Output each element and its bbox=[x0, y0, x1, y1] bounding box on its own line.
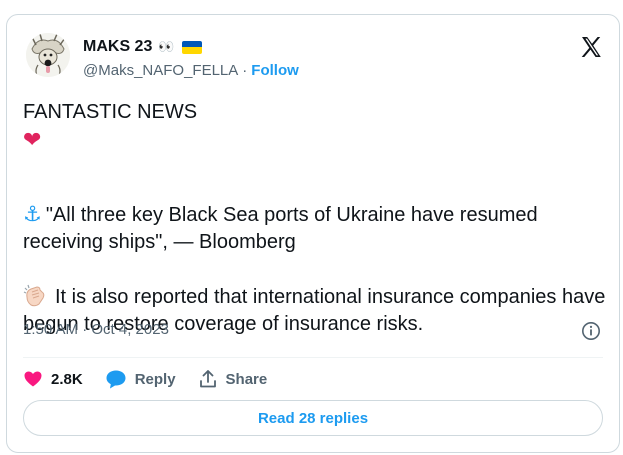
reply-bubble-icon bbox=[106, 370, 126, 389]
x-logo-icon[interactable] bbox=[579, 35, 603, 59]
tweet-timestamp[interactable]: 1:50 AM · Oct 4, 2023 bbox=[23, 321, 169, 338]
eyes-emoji-icon: 👀 bbox=[158, 39, 176, 54]
tweet-card: MAKS 23 👀 @Maks_NAFO_FELLA · Follow FANT… bbox=[6, 14, 620, 453]
follow-button[interactable]: Follow bbox=[251, 62, 299, 79]
handle-separator: · bbox=[242, 62, 248, 79]
avatar[interactable] bbox=[26, 33, 70, 77]
read-replies-button[interactable]: Read 28 replies bbox=[23, 400, 603, 436]
anchor-icon: ⚓ bbox=[23, 203, 42, 226]
author-display-name[interactable]: MAKS 23 bbox=[83, 38, 152, 56]
heart-icon bbox=[24, 371, 42, 387]
headline-text: FANTASTIC NEWS bbox=[23, 101, 203, 123]
author-handle-row: @Maks_NAFO_FELLA · Follow bbox=[83, 62, 299, 79]
tweet-text: FANTASTIC NEWS ❤ ⚓ "All three key Black S… bbox=[23, 99, 608, 338]
divider bbox=[23, 357, 603, 358]
author-handle[interactable]: @Maks_NAFO_FELLA bbox=[83, 62, 238, 79]
tweet-headline: FANTASTIC NEWS bbox=[23, 99, 608, 126]
avatar-image-icon bbox=[26, 33, 70, 77]
red-heart-icon: ❤ bbox=[23, 127, 42, 152]
info-icon[interactable] bbox=[581, 321, 601, 341]
action-bar: 2.8K Reply Share bbox=[23, 367, 289, 391]
ukraine-flag-icon bbox=[181, 40, 202, 54]
clapping-hands-icon bbox=[23, 284, 45, 307]
share-upload-icon bbox=[199, 370, 216, 388]
tweet-quote: ⚓ "All three key Black Sea ports of Ukrai… bbox=[23, 201, 608, 256]
reply-label: Reply bbox=[134, 370, 176, 388]
ukraine-flag-icon bbox=[207, 102, 234, 120]
reply-button[interactable]: Reply bbox=[105, 369, 176, 389]
author-name-row: MAKS 23 👀 bbox=[83, 36, 202, 58]
share-button[interactable]: Share bbox=[198, 369, 268, 389]
like-button[interactable]: 2.8K bbox=[23, 369, 83, 389]
share-label: Share bbox=[225, 370, 268, 388]
quote-text: "All three key Black Sea ports of Ukrain… bbox=[23, 204, 538, 253]
like-count: 2.8K bbox=[51, 370, 83, 388]
